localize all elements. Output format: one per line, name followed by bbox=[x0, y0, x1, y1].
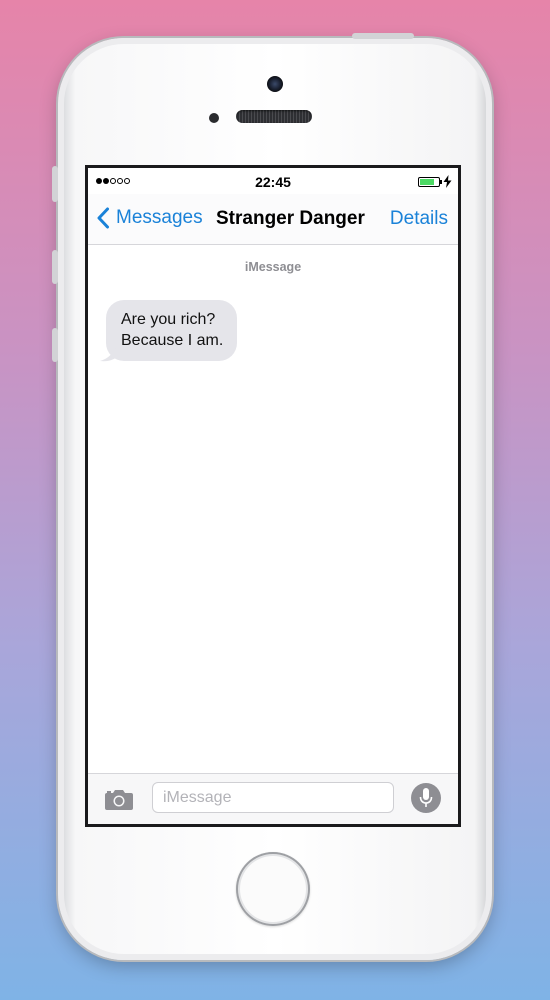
back-button-label: Messages bbox=[116, 207, 203, 228]
screen: 22:45 Messages Stranger Danger Details i… bbox=[85, 165, 461, 827]
navigation-bar: Messages Stranger Danger Details bbox=[88, 194, 458, 245]
incoming-message-bubble[interactable]: Are you rich? Because I am. bbox=[106, 300, 238, 361]
back-button[interactable]: Messages bbox=[96, 207, 203, 229]
message-line: Are you rich? bbox=[121, 311, 216, 328]
battery-icon bbox=[418, 177, 442, 187]
details-button[interactable]: Details bbox=[390, 208, 448, 230]
lightning-bolt-icon bbox=[443, 175, 452, 188]
mute-switch[interactable] bbox=[52, 166, 58, 202]
earpiece-speaker bbox=[236, 110, 312, 123]
status-bar: 22:45 bbox=[88, 168, 458, 194]
message-input[interactable] bbox=[152, 782, 394, 813]
microphone-button[interactable] bbox=[411, 783, 441, 813]
home-button[interactable] bbox=[236, 852, 310, 926]
front-camera bbox=[267, 76, 283, 92]
proximity-sensor bbox=[209, 113, 219, 123]
service-label: iMessage bbox=[244, 260, 302, 274]
camera-icon[interactable] bbox=[104, 787, 134, 811]
volume-up-button[interactable] bbox=[52, 250, 58, 284]
compose-bar bbox=[88, 773, 458, 824]
power-button[interactable] bbox=[352, 33, 414, 39]
status-time: 22:45 bbox=[255, 174, 291, 190]
volume-down-button[interactable] bbox=[52, 328, 58, 362]
chevron-left-icon bbox=[97, 207, 109, 229]
bubble-tail bbox=[100, 346, 120, 362]
message-line: Because I am. bbox=[121, 332, 224, 349]
phone-frame: 22:45 Messages Stranger Danger Details i… bbox=[52, 33, 492, 960]
battery-fill bbox=[420, 179, 434, 185]
microphone-icon bbox=[419, 788, 433, 807]
conversation-title: Stranger Danger bbox=[216, 208, 365, 229]
